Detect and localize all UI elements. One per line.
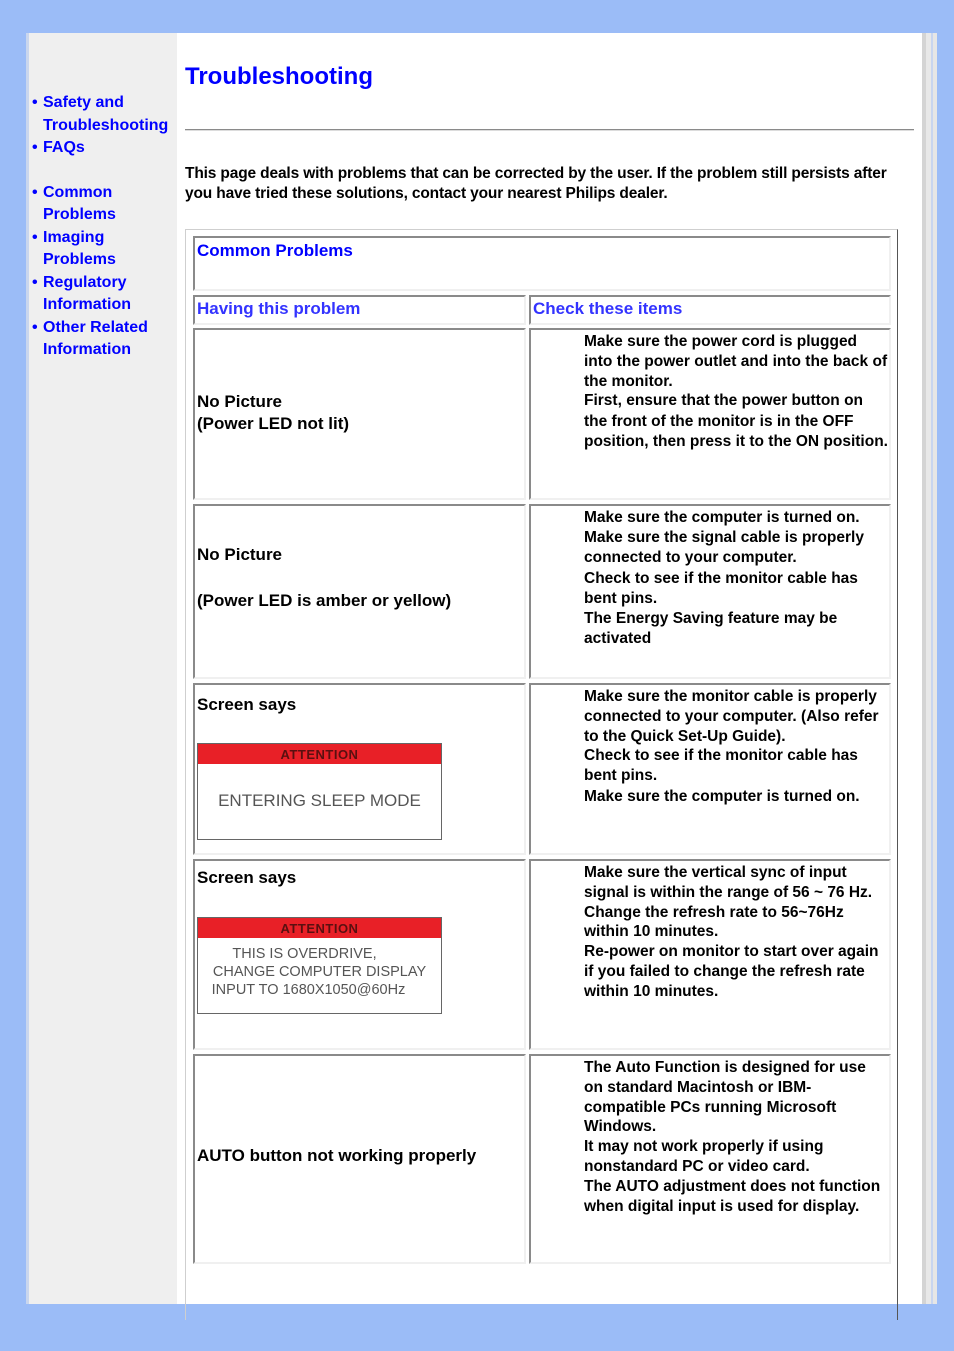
column-header-problem: Having this problem: [193, 295, 526, 325]
osd-header: ATTENTION: [198, 744, 441, 764]
check-item: The Auto Function is designed for use on…: [584, 1059, 866, 1136]
table-row-checks: Make sure the power cord is plugged into…: [529, 328, 891, 500]
check-item: The AUTO adjustment does not function wh…: [584, 1177, 881, 1215]
nav-item-other-related[interactable]: • Other Related Information: [32, 317, 178, 362]
bullet-icon: •: [32, 94, 38, 111]
nav-item-common-problems[interactable]: • Common Problems: [32, 182, 178, 227]
intro-paragraph: This page deals with problems that can b…: [185, 165, 887, 202]
sidebar-nav: • Safety and Troubleshooting • FAQs • Commo…: [29, 33, 177, 1304]
bullet-icon: •: [32, 228, 38, 246]
check-item: The Energy Saving feature may be activat…: [584, 610, 838, 648]
check-item: First, ensure that the power button on t…: [584, 392, 888, 451]
nav-item-safety[interactable]: • Safety and Troubleshooting: [32, 92, 178, 137]
nav-item-regulatory[interactable]: • Regulatory Information: [32, 272, 178, 317]
problem-line: No Picture: [197, 392, 283, 411]
nav-link-regulatory-information[interactable]: Regulatory Information: [43, 272, 143, 317]
problem-text: Screen says: [197, 867, 296, 889]
osd-message: ENTERING SLEEP MODE: [198, 764, 441, 811]
bullet-icon: •: [32, 273, 38, 291]
nav-link-faqs[interactable]: FAQs: [43, 137, 178, 160]
check-items: Make sure the vertical sync of input sig…: [584, 863, 889, 1002]
nav-item-faqs[interactable]: • FAQs: [32, 137, 178, 160]
table-row-problem: No Picture (Power LED is amber or yellow…: [193, 504, 526, 679]
column-header-check: Check these items: [529, 295, 891, 325]
check-item: Make sure the monitor cable is properly …: [584, 688, 879, 745]
table-row-checks: Make sure the monitor cable is properly …: [529, 683, 891, 855]
divider: [185, 129, 914, 131]
table-heading-text: Common Problems: [197, 241, 353, 260]
osd-line: INPUT TO 1680X1050@60Hz: [211, 982, 406, 998]
problem-line: (Power LED not lit): [197, 414, 350, 433]
problem-text: No Picture (Power LED not lit): [197, 391, 349, 435]
nav-link-other-related-information[interactable]: Other Related Information: [43, 317, 163, 362]
osd-overdrive-image: ATTENTION THIS IS OVERDRIVE, CHANGE COMP…: [197, 917, 442, 1014]
check-item: Change the refresh rate to 56~76Hz withi…: [584, 903, 844, 941]
table-row-problem: Screen says ATTENTION THIS IS OVERDRIVE,…: [193, 859, 526, 1050]
check-item: Re-power on monitor to start over again …: [584, 943, 879, 1000]
nav-spacer: [32, 160, 178, 182]
nav-list: • Safety and Troubleshooting • FAQs • Commo…: [32, 92, 178, 362]
osd-header: ATTENTION: [198, 918, 441, 938]
nav-link-safety-troubleshooting[interactable]: Safety and Troubleshooting: [43, 92, 178, 137]
table-row-checks: The Auto Function is designed for use on…: [529, 1054, 891, 1264]
frame-border-right: [922, 33, 937, 1304]
page-title: Troubleshooting: [185, 63, 373, 90]
check-item: Make sure the signal cable is properly c…: [584, 529, 864, 567]
table-row-checks: Make sure the computer is turned on. Mak…: [529, 504, 891, 679]
check-items: Make sure the monitor cable is properly …: [584, 687, 889, 807]
check-item: Make sure the computer is turned on.: [584, 509, 860, 526]
check-items: Make sure the computer is turned on. Mak…: [584, 508, 889, 649]
check-items: The Auto Function is designed for use on…: [584, 1058, 889, 1216]
problem-text: No Picture (Power LED is amber or yellow…: [197, 544, 451, 612]
check-item: Make sure the power cord is plugged into…: [584, 333, 888, 390]
check-item: Check to see if the monitor cable has be…: [584, 747, 858, 785]
table-heading: Common Problems: [193, 236, 891, 291]
osd-message: THIS IS OVERDRIVE, CHANGE COMPUTER DISPL…: [198, 938, 441, 999]
osd-line: THIS IS OVERDRIVE,: [232, 946, 377, 962]
problem-spacer: [197, 566, 451, 590]
bullet-icon: •: [32, 318, 38, 336]
table-row-problem: AUTO button not working properly: [193, 1054, 526, 1264]
problem-line: Screen says: [197, 868, 297, 887]
nav-link-imaging-problems[interactable]: Imaging Problems: [43, 227, 133, 272]
problem-line: AUTO button not working properly: [197, 1146, 477, 1165]
troubleshooting-table: Common Problems Having this problem Chec…: [185, 229, 898, 1320]
problem-line: (Power LED is amber or yellow): [197, 591, 452, 610]
bullet-icon: •: [32, 183, 38, 201]
check-item: Check to see if the monitor cable has be…: [584, 569, 858, 607]
check-items: Make sure the power cord is plugged into…: [584, 332, 889, 453]
main-content: Troubleshooting This page deals with pro…: [177, 33, 922, 1320]
osd-line: CHANGE COMPUTER DISPLAY: [212, 964, 427, 980]
check-item: Make sure the vertical sync of input sig…: [584, 864, 873, 901]
check-item: Make sure the computer is turned on.: [584, 787, 860, 805]
osd-line: ENTERING SLEEP MODE: [218, 791, 421, 810]
nav-item-imaging-problems[interactable]: • Imaging Problems: [32, 227, 178, 272]
table-row-checks: Make sure the vertical sync of input sig…: [529, 859, 891, 1050]
problem-text: AUTO button not working properly: [197, 1145, 476, 1167]
table-row-problem: No Picture (Power LED not lit): [193, 328, 526, 500]
problem-line: No Picture: [197, 545, 283, 564]
problem-text: Screen says: [197, 694, 296, 716]
osd-sleep-mode-image: ATTENTION ENTERING SLEEP MODE: [197, 743, 442, 840]
check-item: It may not work properly if using nonsta…: [584, 1138, 824, 1175]
bullet-icon: •: [32, 139, 38, 156]
problem-line: Screen says: [197, 695, 297, 714]
nav-link-common-problems[interactable]: Common Problems: [43, 182, 133, 227]
table-row-problem: Screen says ATTENTION ENTERING SLEEP MOD…: [193, 683, 526, 855]
column-header-problem-text: Having this problem: [197, 299, 361, 318]
column-header-check-text: Check these items: [533, 299, 683, 318]
